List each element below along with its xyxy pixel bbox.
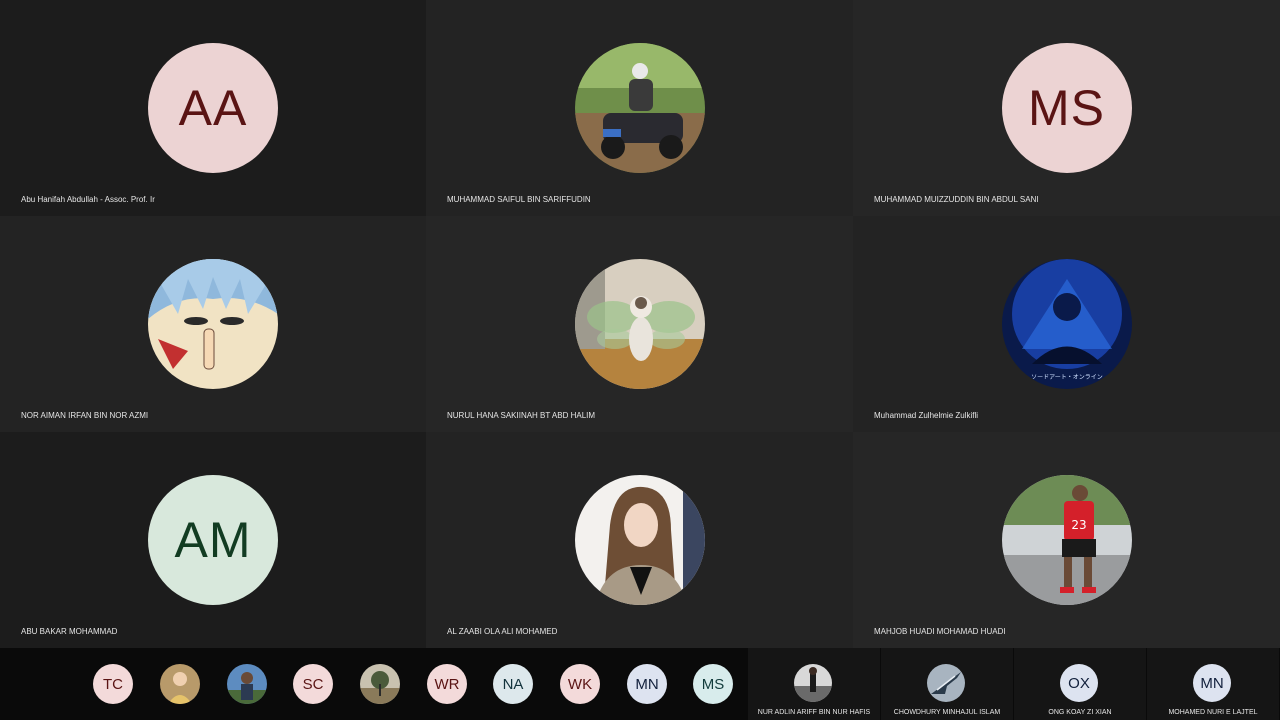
tray-avatar[interactable]: MS — [693, 664, 733, 704]
avatar-initials: MN — [635, 675, 659, 693]
participant-name: ONG KOAY ZI XIAN — [1048, 709, 1112, 716]
participant-name: NUR ADLIN ARIFF BIN NUR HAFIS — [757, 709, 871, 716]
participant-tile[interactable]: MS MUHAMMAD MUIZZUDDIN BIN ABDUL SANI — [853, 0, 1280, 216]
man-outdoor-photo[interactable] — [227, 664, 267, 704]
avatar-initials: AM — [174, 512, 252, 568]
woman-photo[interactable] — [160, 664, 200, 704]
participant-tile[interactable]: 23 MAHJOB HUADI MOHAMAD HUADI — [853, 432, 1280, 648]
participant-tile[interactable]: MUHAMMAD SAIFUL BIN SARIFFUDIN — [426, 0, 853, 216]
avatar-initials: WR — [434, 675, 460, 693]
participant-name: Abu Hanifah Abdullah - Assoc. Prof. Ir — [21, 195, 155, 204]
avatar-initials: WK — [567, 675, 593, 693]
tray-avatar[interactable]: SC — [293, 664, 333, 704]
avatar-initials: NA — [502, 675, 524, 693]
participant-tile[interactable]: AM ABU BAKAR MOHAMMAD — [0, 432, 426, 648]
tray-avatar[interactable]: WK — [560, 664, 600, 704]
avatar-initials: MS — [701, 675, 725, 693]
participant-name: MUHAMMAD MUIZZUDDIN BIN ABDUL SANI — [874, 195, 1039, 204]
tray-avatar[interactable]: MN — [627, 664, 667, 704]
overlay-text: 23 — [1071, 518, 1086, 532]
jet-photo — [927, 664, 965, 702]
avatar-initials: TC — [103, 675, 123, 693]
named-participant[interactable]: CHOWDHURY MINHAJUL ISLAM — [880, 648, 1013, 720]
avatar-initials: SC — [302, 675, 324, 693]
avatar-initials: MN — [1200, 674, 1224, 692]
tray-avatar[interactable]: TC — [93, 664, 133, 704]
participant-name: MUHAMMAD SAIFUL BIN SARIFFUDIN — [447, 195, 591, 204]
tray-avatar[interactable]: NA — [493, 664, 533, 704]
participant-tile[interactable]: NOR AIMAN IRFAN BIN NOR AZMI — [0, 216, 426, 432]
participant-name: MOHAMED NURI E LAJTEL — [1168, 709, 1258, 716]
participant-tile[interactable]: AL ZAABI OLA ALI MOHAMED — [426, 432, 853, 648]
named-participant[interactable]: MN MOHAMED NURI E LAJTEL — [1146, 648, 1279, 720]
participant-tile[interactable]: ソードアート・オンライン Muhammad Zulhelmie Zulkifli — [853, 216, 1280, 432]
participant-name: Muhammad Zulhelmie Zulkifli — [874, 411, 979, 420]
tray-avatar: MN — [1193, 664, 1231, 702]
participant-avatar: AA — [148, 43, 278, 173]
woman-portrait-photo — [574, 475, 705, 605]
named-participant[interactable]: OX ONG KOAY ZI XIAN — [1013, 648, 1146, 720]
participant-avatar: MS — [1001, 43, 1132, 173]
basketball-jersey-photo: 23 — [1001, 475, 1132, 605]
tray-avatar: OX — [1060, 664, 1098, 702]
atv-rider-photo — [574, 43, 705, 173]
participant-name: NURUL HANA SAKIINAH BT ABD HALIM — [447, 411, 596, 420]
fairy-cat-photo — [574, 259, 705, 389]
video-grid: AA Abu Hanifah Abdullah - Assoc. Prof. I… — [0, 0, 1280, 648]
tray-avatar[interactable]: WR — [427, 664, 467, 704]
anime-character-photo — [148, 259, 278, 389]
participant-name: CHOWDHURY MINHAJUL ISLAM — [893, 709, 1001, 716]
named-tray: NUR ADLIN ARIFF BIN NUR HAFIS CHOWDHURY … — [747, 648, 1279, 720]
participant-name: AL ZAABI OLA ALI MOHAMED — [447, 627, 558, 636]
participant-avatar: AM — [148, 475, 278, 605]
avatar-initials: AA — [178, 80, 248, 136]
landscape-photo[interactable] — [360, 664, 400, 704]
tray-avatars: TC SC WR NA WK MN MS — [0, 648, 747, 720]
named-participant[interactable]: NUR ADLIN ARIFF BIN NUR HAFIS — [747, 648, 880, 720]
street-photo — [794, 664, 832, 702]
participant-tile[interactable]: NURUL HANA SAKIINAH BT ABD HALIM — [426, 216, 853, 432]
participant-tile[interactable]: AA Abu Hanifah Abdullah - Assoc. Prof. I… — [0, 0, 426, 216]
participant-name: MAHJOB HUADI MOHAMAD HUADI — [874, 627, 1006, 636]
participant-name: ABU BAKAR MOHAMMAD — [21, 627, 118, 636]
blue-anime-art-photo: ソードアート・オンライン — [1001, 259, 1132, 389]
avatar-initials: MS — [1028, 80, 1105, 136]
participant-name: NOR AIMAN IRFAN BIN NOR AZMI — [21, 411, 149, 420]
avatar-initials: OX — [1068, 674, 1090, 692]
participant-tray: TC SC WR NA WK MN MS NUR ADLIN ARIFF BIN… — [0, 648, 1280, 720]
overlay-text: ソードアート・オンライン — [1031, 374, 1103, 381]
